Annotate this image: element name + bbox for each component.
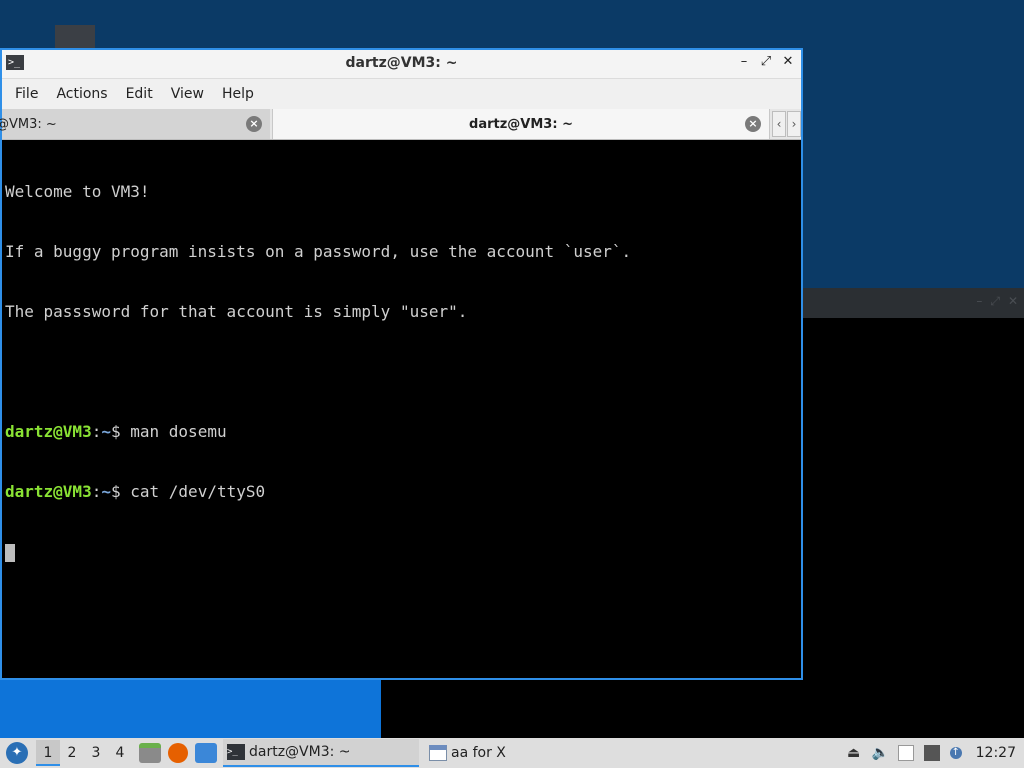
prompt-path: ~ (101, 482, 111, 501)
window-controls: – ⤢ ✕ (737, 54, 795, 69)
background-terminal-window[interactable]: – ⤢ ✕ (800, 288, 1024, 738)
terminal-icon: >_ (227, 744, 245, 760)
maximize-icon[interactable]: ⤢ (759, 54, 773, 69)
system-tray: ⏏ 🔈 ↑ 12:27 (846, 745, 1024, 761)
update-icon[interactable]: ↑ (949, 747, 962, 759)
background-window-dark[interactable] (381, 679, 801, 738)
text-cursor (5, 543, 15, 562)
task-aa-for-x[interactable]: aa for X (425, 739, 585, 767)
clock[interactable]: 12:27 (972, 745, 1020, 761)
workspace-1[interactable]: 1 (36, 740, 60, 766)
background-window-titlebar[interactable]: – ⤢ ✕ (800, 288, 1024, 318)
network-icon[interactable] (923, 745, 940, 761)
tab-scroll-left-icon[interactable]: ‹ (772, 111, 786, 137)
cursor-line (5, 542, 798, 562)
prompt-user: dartz@VM3 (5, 482, 92, 501)
eject-icon[interactable]: ⏏ (846, 745, 862, 761)
output-line: If a buggy program insists on a password… (5, 242, 632, 261)
window-icon (429, 745, 447, 761)
workspace-4[interactable]: 4 (108, 745, 132, 761)
tab-inactive[interactable]: @VM3: ~ × (0, 109, 270, 139)
terminal-output[interactable]: Welcome to VM3! If a buggy program insis… (2, 140, 801, 678)
file-manager-icon[interactable] (139, 743, 161, 763)
tab-scroll-right-icon[interactable]: › (787, 111, 801, 137)
prompt-path: ~ (101, 422, 111, 441)
task-label: dartz@VM3: ~ (249, 744, 351, 760)
tab-bar: @VM3: ~ × dartz@VM3: ~ × ‹ › (0, 109, 801, 140)
command-line: dartz@VM3:~$ cat /dev/ttyS0 (5, 482, 266, 501)
menu-help[interactable]: Help (213, 86, 263, 102)
tab-close-icon[interactable]: × (745, 116, 761, 132)
background-window-blue[interactable] (0, 679, 381, 738)
prompt-symbol: $ (110, 482, 121, 501)
output-line: The passsword for that account is simply… (5, 302, 468, 321)
menu-view[interactable]: View (162, 86, 213, 102)
tab-close-icon[interactable]: × (246, 116, 262, 132)
volume-icon[interactable]: 🔈 (872, 745, 889, 761)
tab-label: @VM3: ~ (0, 116, 57, 132)
output-line: Welcome to VM3! (5, 182, 150, 201)
command-text: man dosemu (120, 422, 227, 441)
window-titlebar[interactable]: >_ dartz@VM3: ~ – ⤢ ✕ (2, 50, 801, 79)
workspace-2[interactable]: 2 (60, 745, 84, 761)
command-line: dartz@VM3:~$ man dosemu (5, 422, 227, 441)
minimize-icon[interactable]: – (976, 294, 982, 309)
show-desktop-icon[interactable] (195, 743, 217, 763)
terminal-window[interactable]: >_ dartz@VM3: ~ – ⤢ ✕ File Actions Edit … (0, 48, 803, 680)
prompt-symbol: $ (110, 422, 121, 441)
background-window-controls: – ⤢ ✕ (976, 294, 1018, 309)
maximize-icon[interactable]: ⤢ (990, 294, 1000, 309)
tab-label: dartz@VM3: ~ (469, 116, 573, 132)
task-label: aa for X (451, 745, 506, 761)
close-icon[interactable]: ✕ (1008, 294, 1018, 309)
minimize-icon[interactable]: – (737, 54, 751, 69)
task-terminal[interactable]: >_ dartz@VM3: ~ (223, 739, 419, 767)
tab-active[interactable]: dartz@VM3: ~ × (272, 109, 770, 139)
menu-edit[interactable]: Edit (117, 86, 162, 102)
close-icon[interactable]: ✕ (781, 54, 795, 69)
command-text: cat /dev/ttyS0 (120, 482, 266, 501)
menu-file[interactable]: File (6, 86, 47, 102)
clipboard-icon[interactable] (897, 745, 914, 761)
menu-actions[interactable]: Actions (47, 86, 116, 102)
firefox-icon[interactable] (168, 743, 188, 763)
menubar: File Actions Edit View Help (2, 79, 801, 109)
taskbar: ✦ 1 2 3 4 >_ dartz@VM3: ~ aa for X ⏏ 🔈 ↑… (0, 738, 1024, 768)
prompt-user: dartz@VM3 (5, 422, 92, 441)
window-title: dartz@VM3: ~ (345, 55, 458, 71)
workspace-3[interactable]: 3 (84, 745, 108, 761)
application-menu-icon[interactable]: ✦ (6, 742, 28, 764)
